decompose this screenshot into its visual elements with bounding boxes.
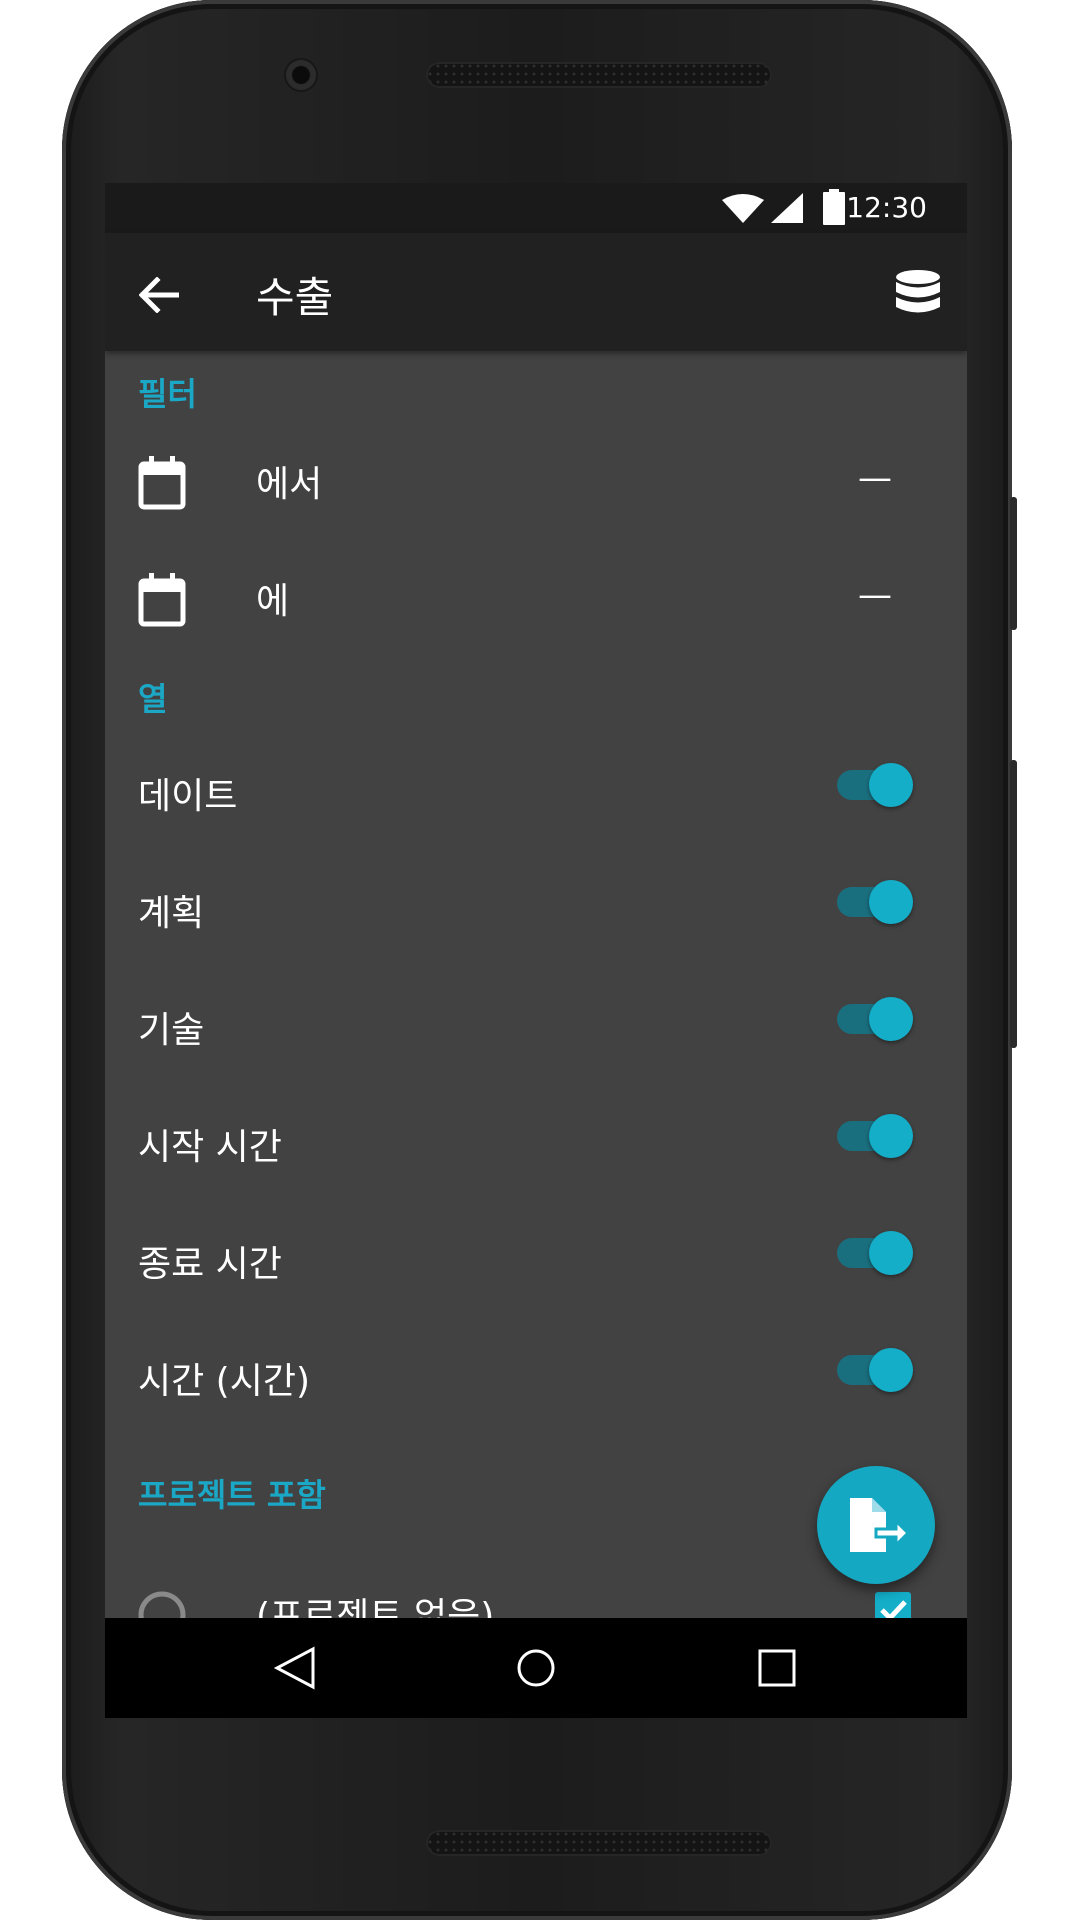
bottom-speaker-grille xyxy=(426,1830,772,1856)
back-triangle-icon[interactable] xyxy=(273,1646,317,1690)
calendar-icon xyxy=(138,456,186,510)
calendar-icon xyxy=(138,573,186,627)
column-label: 계획 xyxy=(138,893,205,934)
top-speaker-grille xyxy=(426,62,772,88)
battery-icon xyxy=(823,189,845,225)
power-button xyxy=(1010,760,1017,1048)
file-export-icon xyxy=(850,1498,908,1552)
database-icon[interactable] xyxy=(894,269,942,321)
column-toggle-switch[interactable] xyxy=(837,989,917,1049)
section-header-columns: 열 xyxy=(138,680,168,718)
filter-row-label: 에서 xyxy=(256,464,323,505)
home-circle-icon[interactable] xyxy=(516,1648,556,1688)
arrow-left-icon[interactable] xyxy=(139,277,179,313)
export-fab[interactable] xyxy=(817,1466,935,1584)
front-camera xyxy=(284,58,318,92)
wifi-icon xyxy=(722,194,764,223)
column-label: 종료 시간 xyxy=(138,1244,282,1285)
column-label: 시간 (시간) xyxy=(138,1361,311,1402)
cell-signal-icon xyxy=(771,193,803,223)
app-toolbar: 수출 xyxy=(105,233,967,351)
filter-row-value: — xyxy=(858,575,892,615)
filter-row-label: 에 xyxy=(256,581,290,622)
status-bar: 12:30 xyxy=(105,183,967,233)
column-label: 기술 xyxy=(138,1010,205,1051)
column-toggle-switch[interactable] xyxy=(837,755,917,815)
screen: 12:30 수출 필터 에서 — 에 — 열 데이트 계획 기술 시작 시간 종… xyxy=(105,183,967,1718)
column-label: 시작 시간 xyxy=(138,1127,282,1168)
column-toggle-switch[interactable] xyxy=(837,1340,917,1400)
column-toggle-switch[interactable] xyxy=(837,872,917,932)
section-header-filter: 필터 xyxy=(138,375,197,413)
column-toggle-switch[interactable] xyxy=(837,1106,917,1166)
section-header-projects: 프로젝트 포함 xyxy=(138,1476,326,1514)
column-toggle-switch[interactable] xyxy=(837,1223,917,1283)
filter-row-value: — xyxy=(858,458,892,498)
column-label: 데이트 xyxy=(138,776,238,817)
recents-square-icon[interactable] xyxy=(758,1649,796,1687)
system-nav-bar xyxy=(105,1618,967,1718)
volume-button xyxy=(1010,497,1017,630)
page-title: 수출 xyxy=(256,273,334,322)
status-time: 12:30 xyxy=(846,191,927,224)
